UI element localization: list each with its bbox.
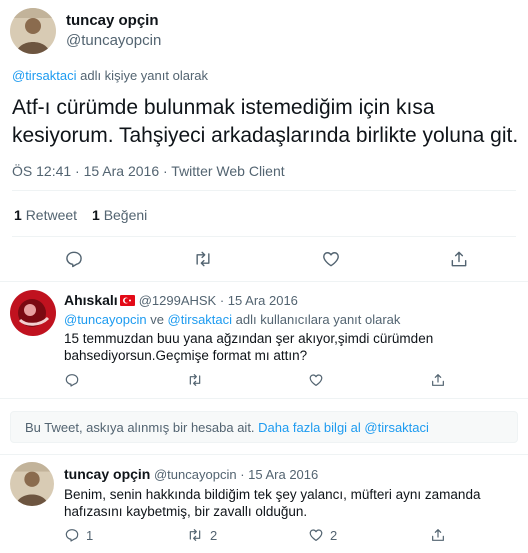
- reply-icon: [66, 251, 82, 268]
- like-icon: [309, 374, 323, 386]
- reply1-author-name[interactable]: Ahıskalı: [64, 292, 118, 308]
- reply1-author-handle[interactable]: @1299AHSK: [139, 293, 217, 308]
- reply2-retweet-button[interactable]: 2: [186, 527, 217, 543]
- suspended-account-notice: Bu Tweet, askıya alınmış bir hesaba ait.…: [10, 411, 518, 443]
- reply2-date[interactable]: · 15 Ara 2016: [240, 467, 318, 482]
- reply1-reply-connector: ve: [146, 312, 168, 327]
- reply1-date[interactable]: · 15 Ara 2016: [220, 293, 298, 308]
- notice-handle-link[interactable]: @tirsaktaci: [364, 420, 429, 435]
- retweet-stat-count: 1: [14, 207, 22, 223]
- reply1-reply-button[interactable]: [64, 372, 80, 388]
- author-name[interactable]: tuncay opçin: [66, 12, 159, 29]
- divider: [0, 454, 528, 455]
- retweet-icon: [189, 529, 201, 541]
- author-handle[interactable]: @tuncayopcin: [66, 32, 161, 49]
- like-stat-label: Beğeni: [103, 207, 148, 223]
- reply2-text-line1: Benim, senin hakkında bildiğim tek şey y…: [64, 487, 481, 502]
- divider: [0, 281, 528, 282]
- divider: [12, 190, 516, 191]
- divider: [12, 236, 516, 237]
- reply1-reply-suffix: adlı kullanıcılara yanıt olarak: [232, 312, 401, 327]
- tweet-timestamp[interactable]: ÖS 12:41 · 15 Ara 2016 · Twitter Web Cli…: [12, 163, 285, 179]
- reply2-retweet-count: 2: [210, 527, 218, 543]
- reply2-header: tuncay opçin @tuncayopcin · 15 Ara 2016: [64, 466, 318, 482]
- author-avatar[interactable]: [10, 8, 56, 54]
- notice-text: Bu Tweet, askıya alınmış bir hesaba ait.: [25, 420, 255, 435]
- reply-context: @tirsaktaci adlı kişiye yanıt olarak: [12, 68, 208, 83]
- share-icon: [451, 251, 467, 267]
- learn-more-link[interactable]: Daha fazla bilgi al: [258, 420, 361, 435]
- reply1-header: Ahıskalı @1299AHSK · 15 Ara 2016: [64, 292, 298, 308]
- reply-icon: [65, 529, 79, 542]
- share-icon: [432, 529, 444, 541]
- share-button[interactable]: [449, 249, 469, 269]
- like-icon: [309, 529, 323, 541]
- reply2-like-count: 2: [330, 527, 338, 543]
- reply-icon: [65, 374, 79, 387]
- reply2-author-name[interactable]: tuncay opçin: [64, 466, 150, 482]
- retweet-icon: [196, 251, 210, 267]
- reply1-reply-to-user2[interactable]: @tirsaktaci: [168, 312, 233, 327]
- reply1-retweet-button[interactable]: [186, 372, 204, 388]
- reply1-like-button[interactable]: [308, 372, 324, 388]
- reply2-avatar[interactable]: [10, 462, 54, 506]
- tweet-text-line1: Atf-ı cürümde bulunmak istemediğim için …: [12, 96, 435, 119]
- reply1-reply-context: @tuncayopcin ve @tirsaktaci adlı kullanı…: [64, 312, 400, 327]
- reply1-avatar[interactable]: [10, 290, 56, 336]
- like-button[interactable]: [321, 249, 341, 269]
- like-stat-count: 1: [92, 207, 100, 223]
- reply2-share-button[interactable]: [430, 527, 446, 543]
- reply1-share-button[interactable]: [430, 372, 446, 388]
- tweet-text-line2: kesiyorum. Tahşiyeci arkadaşlarında birl…: [12, 124, 519, 147]
- reply2-like-button[interactable]: 2: [308, 527, 337, 543]
- flag-icon: [119, 295, 135, 306]
- divider: [0, 398, 528, 399]
- retweet-icon: [189, 374, 201, 386]
- reply1-text-line1: 15 temmuzdan buu yana ağzından şer akıyo…: [64, 331, 434, 346]
- retweet-stat-label: Retweet: [25, 207, 78, 223]
- reply2-author-handle[interactable]: @tuncayopcin: [154, 467, 237, 482]
- like-stat[interactable]: 1 Beğeni: [92, 207, 147, 223]
- reply-context-handle[interactable]: @tirsaktaci: [12, 68, 77, 83]
- reply1-reply-to-user1[interactable]: @tuncayopcin: [64, 312, 147, 327]
- like-icon: [323, 252, 339, 267]
- share-icon: [432, 374, 444, 386]
- retweet-stat[interactable]: 1 Retweet: [14, 207, 77, 223]
- reply-button[interactable]: [64, 249, 84, 269]
- reply1-text-line2: bahsediyorsun.Geçmişe format mı attın?: [64, 348, 308, 363]
- reply2-text-line2: hafızasını kaybetmiş, bir zavallı olduğu…: [64, 504, 308, 519]
- retweet-button[interactable]: [192, 249, 214, 269]
- reply-context-suffix: adlı kişiye yanıt olarak: [76, 68, 209, 83]
- reply2-reply-count: 1: [86, 527, 94, 543]
- reply2-reply-button[interactable]: 1: [64, 527, 93, 543]
